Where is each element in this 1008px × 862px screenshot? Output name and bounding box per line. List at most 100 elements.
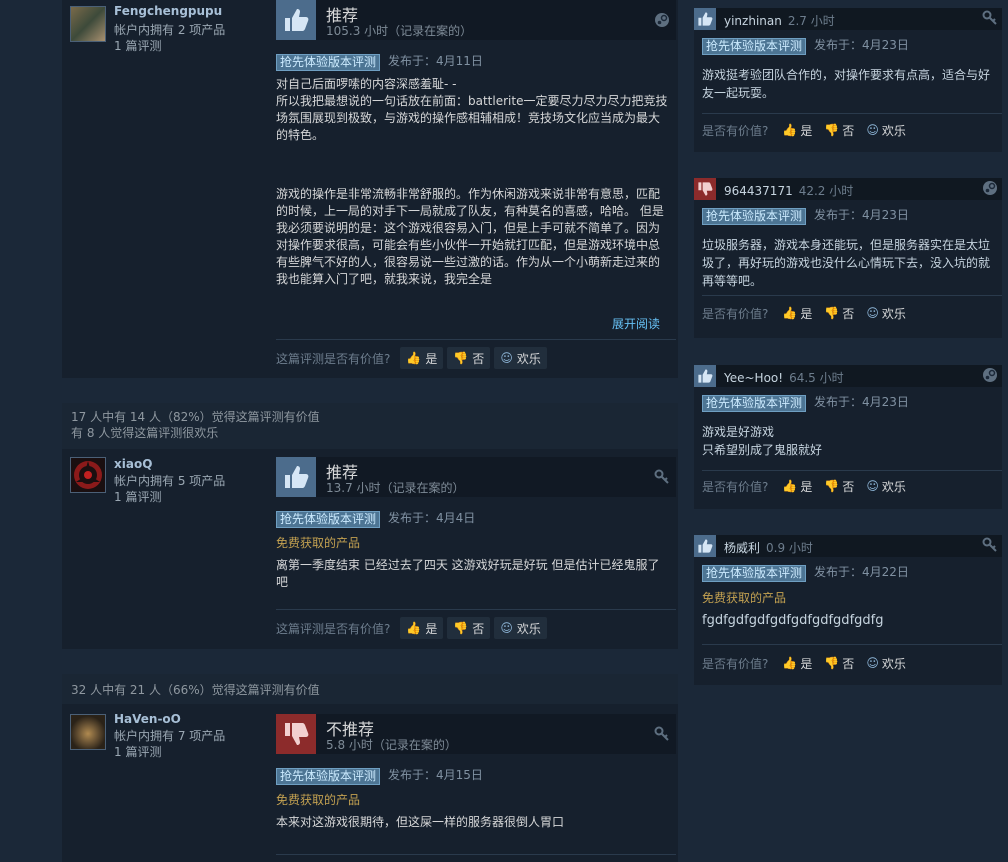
vote-no-label: 否 xyxy=(842,123,855,138)
vote-yes-label: 是 xyxy=(800,479,813,494)
hours-played: 64.5 小时 xyxy=(789,371,844,385)
steam-icon xyxy=(982,367,998,386)
review-card: HaVen-oO 帐户内拥有 7 项产品 1 篇评测 不推荐 5.8 小时（记录… xyxy=(62,704,678,862)
author-name[interactable]: HaVen-oO xyxy=(114,712,181,726)
thumbs-down-icon: 👎 xyxy=(824,656,840,670)
author-name[interactable]: Yee~Hoo! xyxy=(724,371,783,385)
vote-yes-button[interactable]: 👍 是 xyxy=(782,122,812,139)
author-name[interactable]: 964437171 xyxy=(724,184,793,198)
owned-products[interactable]: 帐户内拥有 5 项产品 xyxy=(114,473,284,489)
early-access-badge: 抢先体验版本评测 xyxy=(702,565,807,582)
side-author[interactable]: 杨威利 0.9 小时 xyxy=(724,539,813,556)
posted-date: 发布于：4月23日 xyxy=(814,208,909,222)
steam-icon xyxy=(654,12,670,31)
meta-row: 抢先体验版本评测 发布于：4月22日 xyxy=(702,565,1002,582)
helpful-row: 是否有价值? 👍 是 👎 否 ☺ 欢乐 xyxy=(694,118,1002,142)
helpful-row: 这篇评测是否有价值? 👍 是 👎 否 ☺ 欢乐 xyxy=(276,346,551,370)
avatar[interactable] xyxy=(70,6,106,42)
vote-yes-button[interactable]: 👍 是 xyxy=(782,478,812,495)
thumbs-up-icon: 👍 xyxy=(782,123,798,137)
vote-yes-button[interactable]: 👍 是 xyxy=(400,347,444,369)
avatar[interactable] xyxy=(70,714,106,750)
free-product-label: 免费获取的产品 xyxy=(276,536,361,550)
posted-date: 发布于：4月23日 xyxy=(814,395,909,409)
vote-funny-button[interactable]: ☺ 欢乐 xyxy=(494,347,547,369)
thumbs-up-icon xyxy=(694,8,716,30)
side-review-header[interactable]: Yee~Hoo! 64.5 小时 xyxy=(694,365,1002,387)
review-body: 不推荐 5.8 小时（记录在案的） 抢先体验版本评测 发布于：4月15日 免费获… xyxy=(276,714,676,855)
vote-yes-button[interactable]: 👍 是 xyxy=(400,617,444,639)
meta-row: 抢先体验版本评测 发布于：4月4日 xyxy=(276,511,676,529)
key-icon xyxy=(654,726,670,745)
author-name[interactable]: yinzhinan xyxy=(724,14,782,28)
vote-no-button[interactable]: 👎 否 xyxy=(447,347,491,369)
vote-header[interactable]: 推荐 13.7 小时（记录在案的） xyxy=(276,457,676,497)
helpful-row: 是否有价值? 👍 是 👎 否 ☺ 欢乐 xyxy=(694,301,1002,325)
thumbs-up-icon xyxy=(276,0,316,40)
divider xyxy=(702,644,1002,645)
thumbs-down-icon: 👎 xyxy=(453,351,469,365)
key-icon xyxy=(654,469,670,488)
posted-date: 发布于：4月4日 xyxy=(388,511,476,525)
review-count[interactable]: 1 篇评测 xyxy=(114,38,284,54)
side-author[interactable]: Yee~Hoo! 64.5 小时 xyxy=(724,369,844,386)
thumbs-up-icon xyxy=(694,365,716,387)
hours-played: 13.7 小时（记录在案的） xyxy=(326,481,465,495)
author-name[interactable]: xiaoQ xyxy=(114,457,152,471)
owned-products[interactable]: 帐户内拥有 7 项产品 xyxy=(114,728,284,744)
posted-date: 发布于：4月23日 xyxy=(814,38,909,52)
read-more-link[interactable]: 展开阅读 xyxy=(612,315,660,332)
thumbs-down-icon xyxy=(276,714,316,754)
vote-funny-button[interactable]: ☺ 欢乐 xyxy=(866,122,906,139)
side-review-card: 964437171 42.2 小时 抢先体验版本评测 发布于：4月23日 垃圾服务… xyxy=(694,178,1002,338)
author-name[interactable]: Fengchengpupu xyxy=(114,4,222,18)
divider xyxy=(276,609,676,610)
review-card: xiaoQ 帐户内拥有 5 项产品 1 篇评测 推荐 13.7 小时（记录在案的… xyxy=(62,449,678,649)
vote-funny-label: 欢乐 xyxy=(516,621,541,636)
thumbs-up-icon: 👍 xyxy=(782,479,798,493)
avatar[interactable] xyxy=(70,457,106,493)
vote-yes-button[interactable]: 👍 是 xyxy=(782,305,812,322)
review-paragraph: 对自己后面啰嗦的内容深感羞耻- - xyxy=(276,77,457,91)
author-name[interactable]: 杨威利 xyxy=(724,541,760,555)
free-product-label: 免费获取的产品 xyxy=(276,793,361,807)
side-author[interactable]: 964437171 42.2 小时 xyxy=(724,182,853,199)
vote-no-button[interactable]: 👎 否 xyxy=(447,617,491,639)
review-count[interactable]: 1 篇评测 xyxy=(114,489,284,505)
author-meta: 帐户内拥有 2 项产品 1 篇评测 xyxy=(114,22,284,54)
thumbs-down-icon: 👎 xyxy=(453,621,469,635)
vote-funny-button[interactable]: ☺ 欢乐 xyxy=(866,305,906,322)
divider xyxy=(702,470,1002,471)
review-count[interactable]: 1 篇评测 xyxy=(114,744,284,760)
side-review-header[interactable]: 杨威利 0.9 小时 xyxy=(694,535,1002,557)
vote-no-button[interactable]: 👎 否 xyxy=(824,122,854,139)
side-review-text: 游戏挺考验团队合作的，对操作要求有点高，适合与好友一起玩耍。 xyxy=(702,68,991,100)
thumbs-down-icon: 👎 xyxy=(824,123,840,137)
vote-funny-button[interactable]: ☺ 欢乐 xyxy=(866,478,906,495)
thumbs-up-icon: 👍 xyxy=(782,656,798,670)
vote-no-button[interactable]: 👎 否 xyxy=(824,478,854,495)
vote-no-label: 否 xyxy=(842,479,855,494)
vote-no-button[interactable]: 👎 否 xyxy=(824,655,854,672)
steam-icon xyxy=(982,180,998,199)
vote-header[interactable]: 推荐 105.3 小时（记录在案的） xyxy=(276,0,676,40)
divider xyxy=(276,339,676,340)
vote-funny-button[interactable]: ☺ 欢乐 xyxy=(494,617,547,639)
vote-header[interactable]: 不推荐 5.8 小时（记录在案的） xyxy=(276,714,676,754)
vote-yes-button[interactable]: 👍 是 xyxy=(782,655,812,672)
vote-yes-label: 是 xyxy=(800,306,813,321)
early-access-badge: 抢先体验版本评测 xyxy=(702,395,807,412)
side-review-text: 垃圾服务器，游戏本身还能玩，但是服务器实在是太垃圾了，再好玩的游戏也没什么心情玩… xyxy=(702,238,991,288)
side-author[interactable]: yinzhinan 2.7 小时 xyxy=(724,12,835,29)
vote-no-button[interactable]: 👎 否 xyxy=(824,305,854,322)
divider xyxy=(276,854,676,855)
side-review-header[interactable]: 964437171 42.2 小时 xyxy=(694,178,1002,200)
review-body: 推荐 13.7 小时（记录在案的） 抢先体验版本评测 发布于：4月4日 免费获取… xyxy=(276,457,676,639)
review-paragraph xyxy=(276,144,668,161)
owned-products[interactable]: 帐户内拥有 2 项产品 xyxy=(114,22,284,38)
vote-yes-label: 是 xyxy=(425,351,438,366)
vote-funny-button[interactable]: ☺ 欢乐 xyxy=(866,655,906,672)
key-icon xyxy=(982,10,998,29)
side-review-header[interactable]: yinzhinan 2.7 小时 xyxy=(694,8,1002,30)
thumbs-down-icon: 👎 xyxy=(824,306,840,320)
